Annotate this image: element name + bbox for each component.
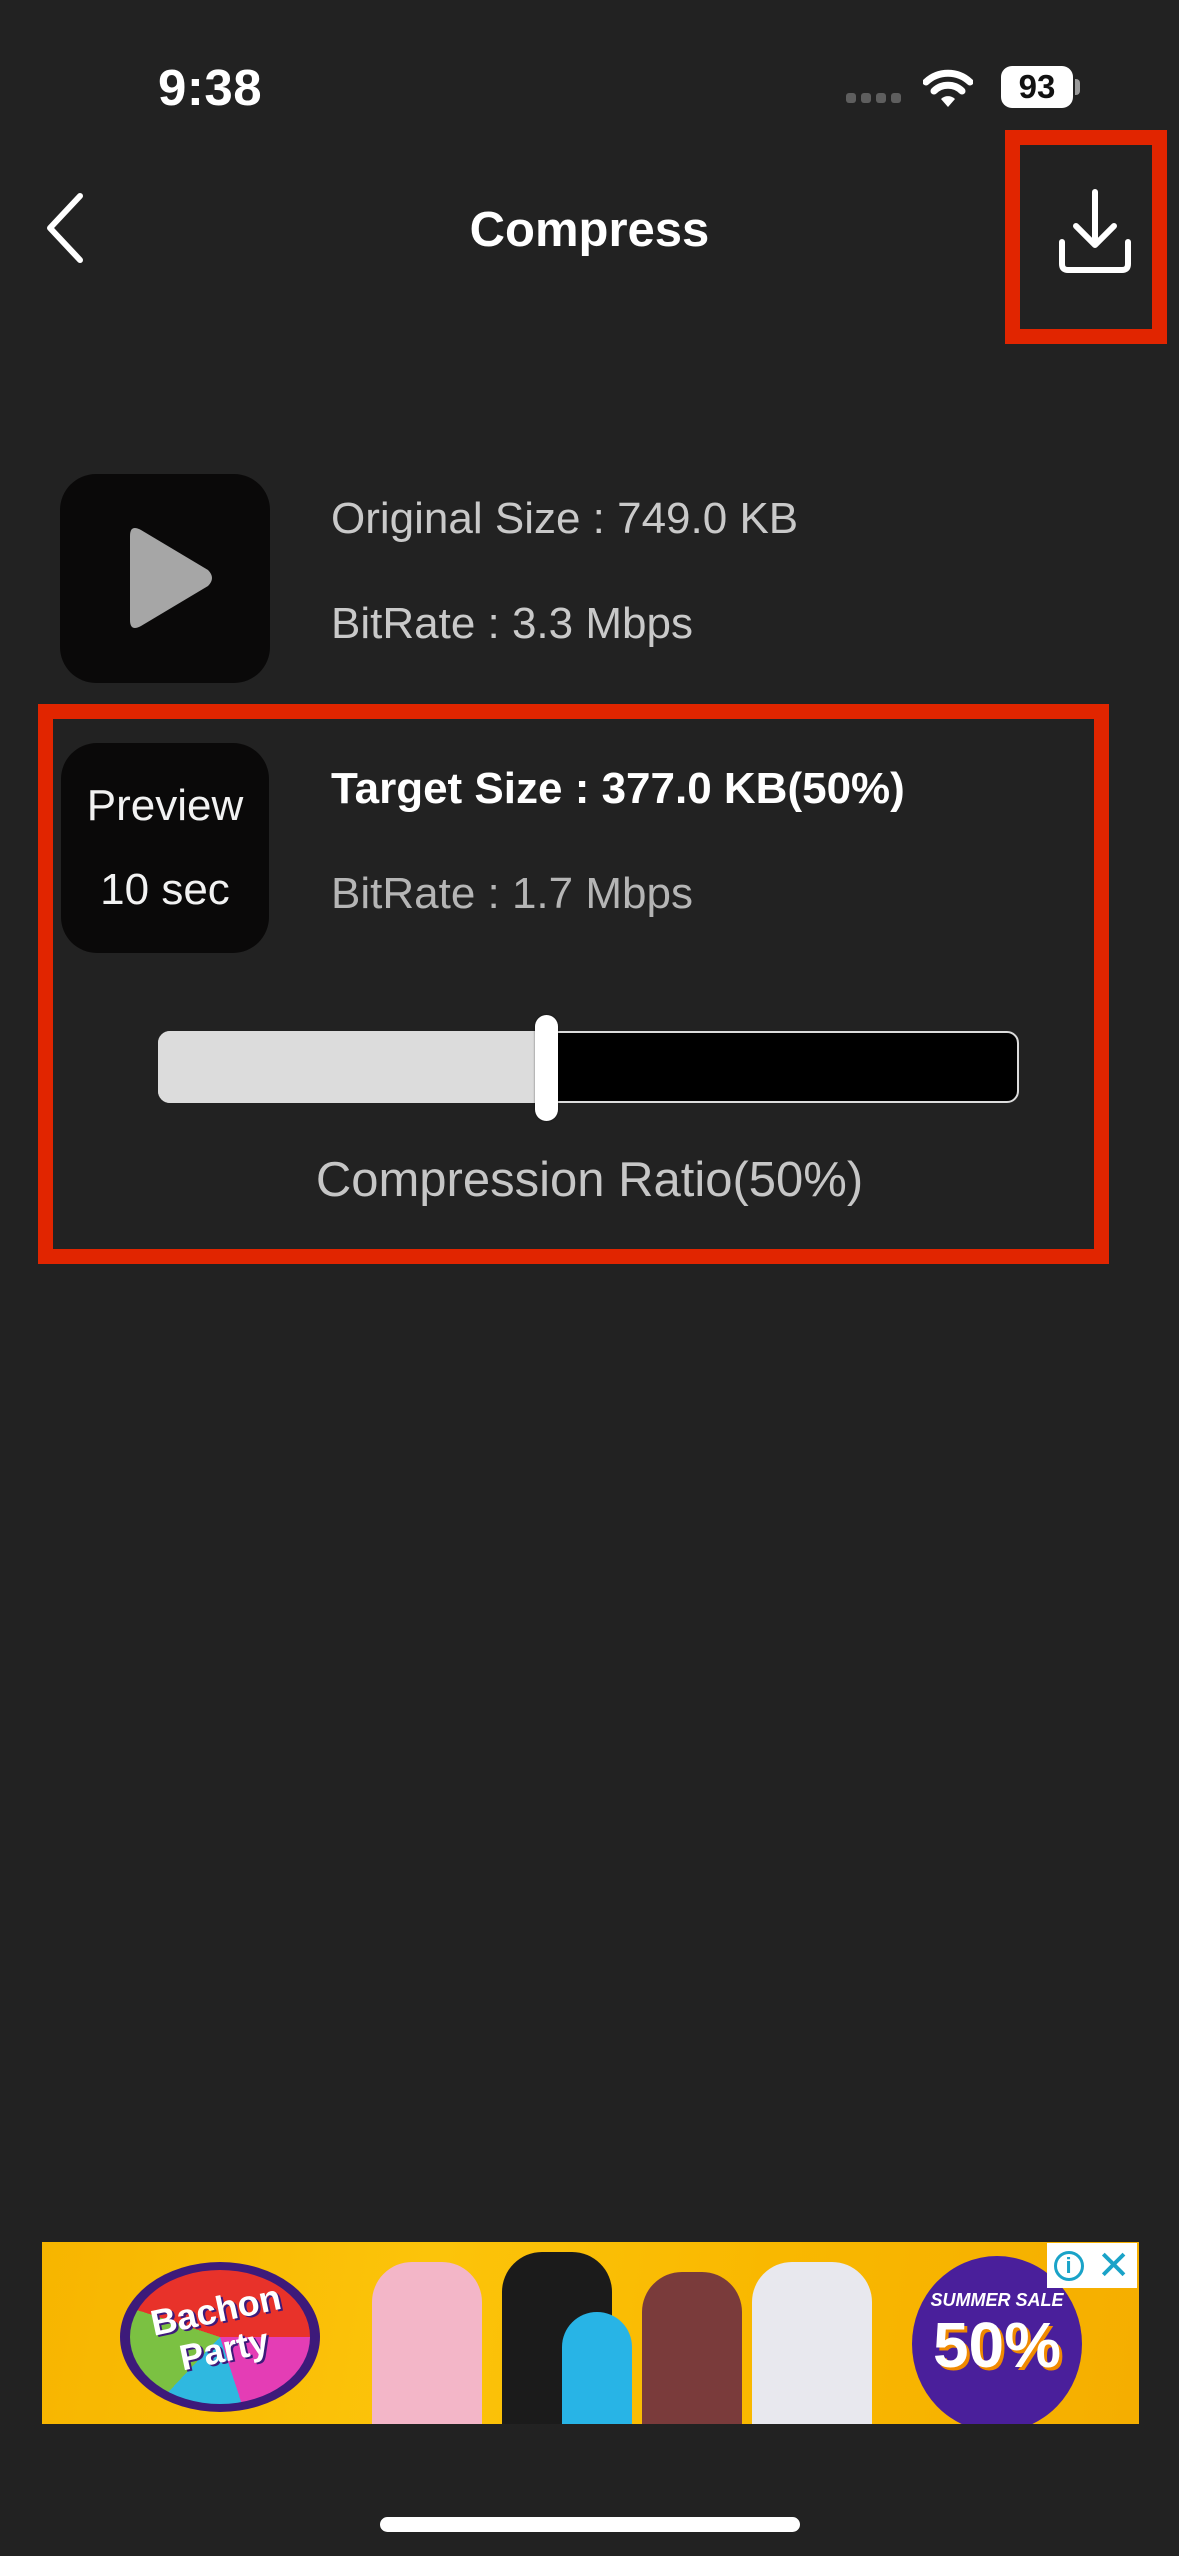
ad-image-shirt (562, 2312, 632, 2424)
home-indicator[interactable] (380, 2517, 800, 2532)
ad-discount-text: 50% (932, 2309, 1062, 2381)
battery-icon: 93 (1001, 66, 1073, 108)
highlight-box-download (1005, 130, 1167, 344)
battery-tip (1075, 79, 1080, 95)
cellular-signal-icon (846, 93, 901, 103)
ad-controls: i ✕ (1047, 2243, 1137, 2288)
original-bitrate-text: BitRate : 3.3 Mbps (331, 599, 693, 648)
play-icon (130, 528, 212, 628)
slider-fill (158, 1031, 547, 1103)
original-size-text: Original Size : 749.0 KB (331, 494, 799, 543)
ad-image-child (372, 2262, 482, 2424)
compression-ratio-slider[interactable] (158, 1015, 1019, 1121)
preview-duration: 10 sec (100, 865, 230, 914)
wifi-icon (923, 69, 973, 107)
slider-thumb[interactable] (535, 1015, 558, 1121)
compression-ratio-label: Compression Ratio(50%) (315, 1153, 864, 1207)
status-time: 9:38 (158, 59, 263, 116)
ad-close-icon[interactable]: ✕ (1097, 2246, 1131, 2286)
page-title: Compress (469, 203, 710, 257)
preview-button[interactable]: Preview 10 sec (61, 743, 269, 953)
ad-image-child (642, 2272, 742, 2424)
target-size-text: Target Size : 377.0 KB(50%) (331, 764, 905, 813)
ad-sale-text: SUMMER SALE (930, 2290, 1064, 2310)
ad-image-child (752, 2262, 872, 2424)
ad-info-icon[interactable]: i (1053, 2250, 1084, 2281)
preview-label: Preview (86, 781, 244, 830)
ad-banner[interactable]: Bachon Party SUMMER SALE 50% i ✕ (42, 2242, 1139, 2424)
target-bitrate-text: BitRate : 1.7 Mbps (331, 869, 693, 918)
